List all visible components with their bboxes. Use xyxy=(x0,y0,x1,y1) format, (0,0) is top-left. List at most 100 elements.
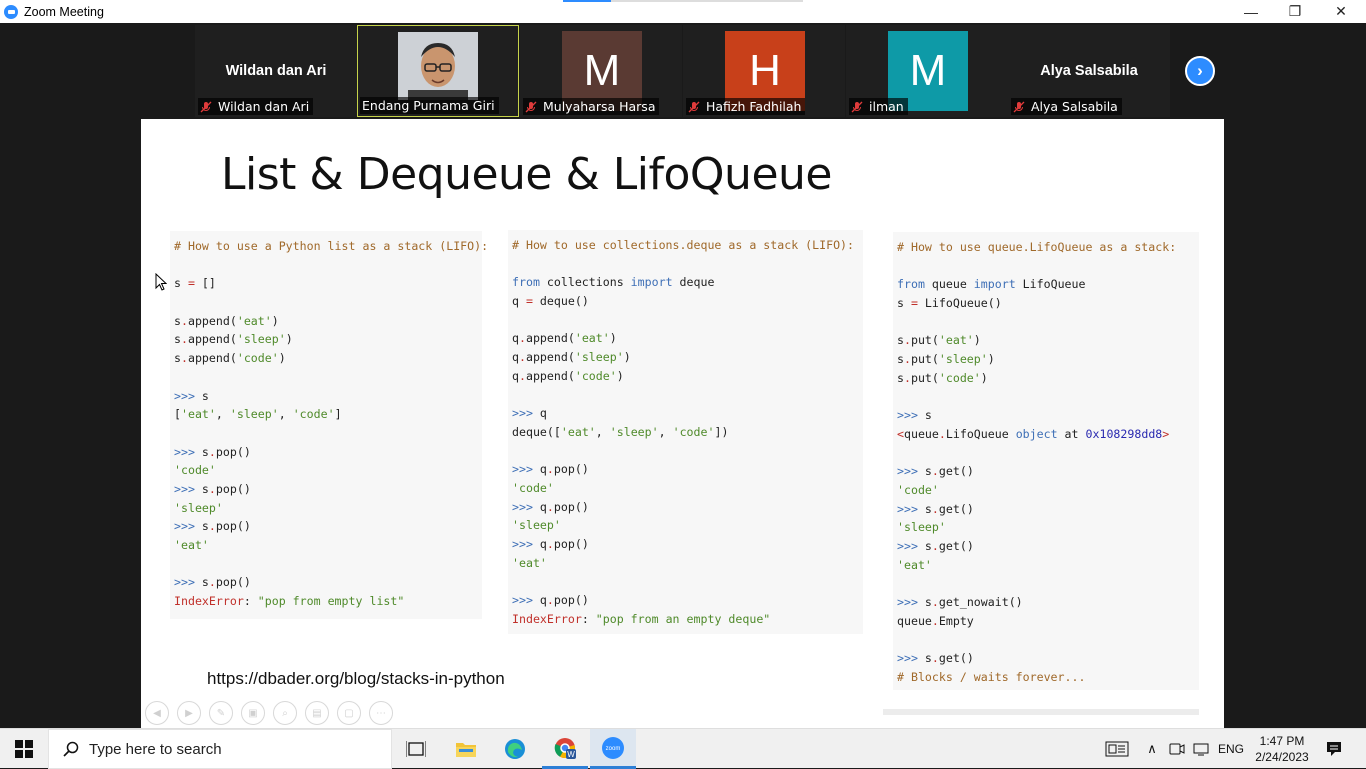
code-token: >>> xyxy=(897,464,918,479)
zoom-app-button[interactable]: zoom xyxy=(590,729,636,769)
code-token: get() xyxy=(938,464,974,479)
code-token: ) xyxy=(285,332,293,347)
search-icon xyxy=(63,741,79,757)
code-token: append( xyxy=(525,350,575,365)
code-token: q xyxy=(532,406,547,421)
participant-tile[interactable]: M Mulyaharsa Harsa xyxy=(520,25,682,117)
code-token: s xyxy=(917,651,932,666)
prev-slide-icon[interactable]: ◀ xyxy=(145,701,169,725)
code-token: . xyxy=(931,501,939,516)
show-hidden-icons-chevron-icon[interactable]: ∧ xyxy=(1142,729,1162,769)
code-line: 'eat' xyxy=(897,556,1199,575)
more-icon[interactable]: ⋯ xyxy=(369,701,393,725)
next-slide-icon[interactable]: ▶ xyxy=(177,701,201,725)
notifications-button[interactable] xyxy=(1318,729,1350,769)
code-line: 'sleep' xyxy=(897,518,1199,537)
code-token: from xyxy=(512,275,540,290)
code-token: pop() xyxy=(215,481,251,496)
code-token: . xyxy=(938,426,946,441)
code-token: s xyxy=(917,501,932,516)
code-line: 'eat' xyxy=(512,554,863,573)
code-token: s xyxy=(917,539,932,553)
meet-now-icon[interactable] xyxy=(1166,729,1188,769)
code-token: >>> xyxy=(897,651,918,666)
person-video-icon xyxy=(398,32,478,100)
code-block-deque: # How to use collections.deque as a stac… xyxy=(508,230,863,634)
code-token: "pop from an empty deque" xyxy=(595,611,771,626)
code-line: >>> s xyxy=(174,387,482,406)
participant-tile[interactable]: M ilman xyxy=(846,25,1008,117)
next-participants-button[interactable]: › xyxy=(1185,56,1215,86)
code-token: get() xyxy=(938,501,974,516)
start-button[interactable] xyxy=(0,729,48,769)
code-line: 'code' xyxy=(174,461,482,480)
code-line: IndexError: "pop from an empty deque" xyxy=(512,610,863,629)
minimize-button[interactable]: — xyxy=(1228,0,1274,23)
chrome-icon: W xyxy=(554,737,576,759)
code-token: LifoQueue() xyxy=(917,296,1002,311)
code-token: s xyxy=(897,296,911,311)
code-token: # How to use queue.LifoQueue as a stack: xyxy=(897,240,1177,254)
participant-tile[interactable]: Alya Salsabila Alya Salsabila xyxy=(1008,25,1170,117)
code-scrollbar[interactable] xyxy=(883,709,1199,715)
clock[interactable]: 1:47 PM 2/24/2023 xyxy=(1250,729,1314,769)
code-token: 'code' xyxy=(938,370,981,385)
code-token: 'eat' xyxy=(174,538,209,552)
participant-tile-active-speaker[interactable]: Endang Purnama Giri xyxy=(357,25,519,117)
restore-button[interactable]: ❐ xyxy=(1272,0,1318,23)
code-token: 'sleep' xyxy=(574,350,624,365)
pen-icon[interactable]: ✎ xyxy=(209,701,233,725)
network-icon[interactable] xyxy=(1190,729,1212,769)
code-token: . xyxy=(931,539,939,553)
participant-tile[interactable]: Wildan dan Ari Wildan dan Ari xyxy=(195,25,357,117)
svg-text:W: W xyxy=(567,750,575,759)
code-token: . xyxy=(518,331,526,346)
input-language[interactable]: ENG xyxy=(1214,729,1248,769)
edge-browser-button[interactable] xyxy=(492,729,538,769)
participant-display-name: Wildan dan Ari xyxy=(225,63,327,79)
code-line: q.append('code') xyxy=(512,367,863,386)
code-token: LifoQueue xyxy=(1015,277,1086,292)
file-explorer-button[interactable] xyxy=(443,729,489,769)
code-block-list: # How to use a Python list as a stack (L… xyxy=(170,231,488,619)
taskbar-search-box[interactable]: Type here to search xyxy=(48,729,392,769)
code-token: put( xyxy=(910,333,939,348)
muted-mic-icon xyxy=(1013,101,1025,112)
screen-icon[interactable]: ▢ xyxy=(337,701,361,725)
code-token: ) xyxy=(271,313,279,328)
mouse-cursor-icon xyxy=(155,273,167,291)
code-token: s xyxy=(897,352,904,367)
code-line: >>> q.pop() xyxy=(512,535,863,554)
code-line: >>> q.pop() xyxy=(512,591,863,610)
code-line: 'code' xyxy=(512,479,863,498)
code-token: s xyxy=(174,351,181,366)
code-token: = xyxy=(525,294,533,309)
task-view-button[interactable] xyxy=(393,729,439,769)
zoom-icon[interactable]: ⌕ xyxy=(273,701,297,725)
code-token: >>> xyxy=(512,406,533,421)
code-token: >>> xyxy=(174,575,195,590)
subtitles-icon[interactable]: ▤ xyxy=(305,701,329,725)
keyboard-layout-icon[interactable] xyxy=(1100,729,1134,769)
code-line: IndexError: "pop from empty list" xyxy=(174,592,482,611)
code-token: IndexError xyxy=(512,611,582,626)
code-token: 'code' xyxy=(672,424,715,439)
code-line: s.append('eat') xyxy=(174,312,482,331)
close-button[interactable]: ✕ xyxy=(1318,0,1364,23)
code-token: deque() xyxy=(532,294,589,309)
code-token: >>> xyxy=(512,462,533,477)
code-token: ) xyxy=(623,350,631,365)
code-token: import xyxy=(630,275,673,290)
chrome-browser-button[interactable]: W xyxy=(542,729,588,769)
code-token: 'eat' xyxy=(236,313,272,328)
code-token: . xyxy=(903,352,911,367)
zoom-logo-icon xyxy=(4,4,18,19)
edge-icon xyxy=(505,739,525,759)
participant-tile[interactable]: H Hafizh Fadhilah xyxy=(683,25,845,117)
code-token: . xyxy=(518,350,526,365)
code-line: s.put('sleep') xyxy=(897,350,1199,369)
slides-icon[interactable]: ▣ xyxy=(241,701,265,725)
participant-name: Alya Salsabila xyxy=(1031,99,1118,114)
